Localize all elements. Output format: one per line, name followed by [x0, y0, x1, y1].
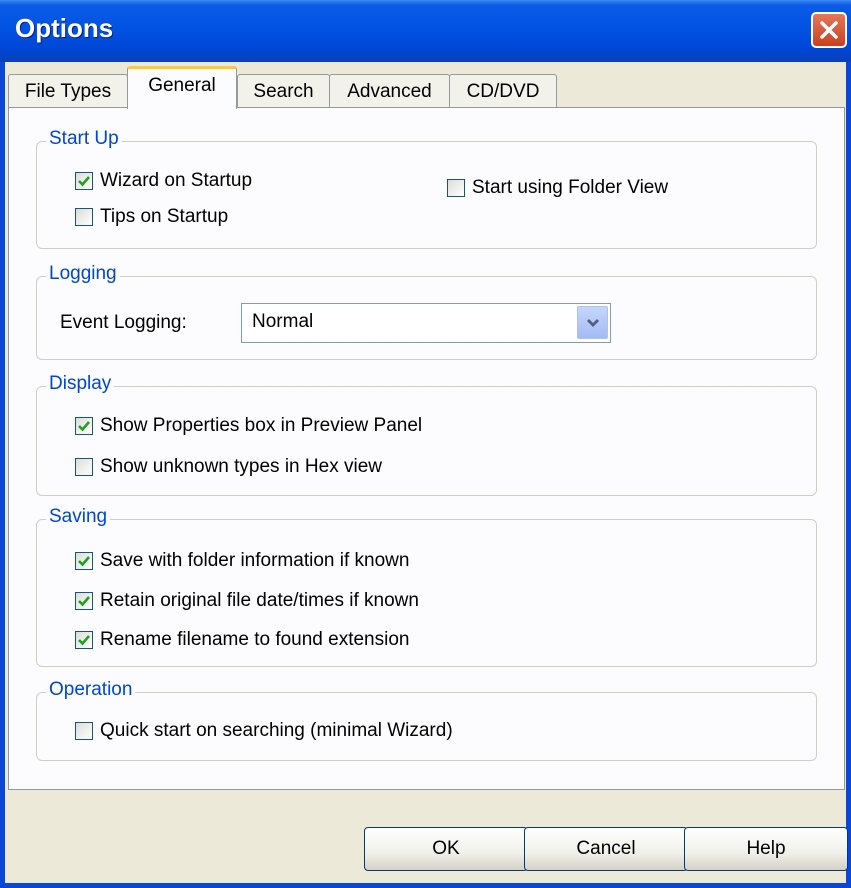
- quick-start-checkbox[interactable]: Quick start on searching (minimal Wizard…: [75, 720, 453, 742]
- tab-file-types[interactable]: File Types: [8, 74, 128, 108]
- tab-cd-dvd[interactable]: CD/DVD: [449, 74, 557, 108]
- dropdown-button[interactable]: [577, 306, 608, 339]
- startup-legend: Start Up: [46, 128, 122, 150]
- save-folder-info-label: Save with folder information if known: [100, 550, 410, 571]
- start-folder-view-checkbox[interactable]: Start using Folder View: [447, 177, 668, 199]
- checkbox-box: [75, 722, 93, 740]
- operation-legend: Operation: [46, 679, 136, 701]
- wizard-on-startup-label: Wizard on Startup: [100, 170, 253, 191]
- display-group: Display Show Properties box in Preview P…: [36, 373, 817, 496]
- ok-button[interactable]: OK: [364, 827, 528, 871]
- show-hex-label: Show unknown types in Hex view: [100, 456, 382, 477]
- event-logging-value: Normal: [252, 311, 314, 332]
- tab-general[interactable]: General: [127, 66, 237, 109]
- quick-start-label: Quick start on searching (minimal Wizard…: [100, 720, 453, 741]
- startup-group: Start Up Wizard on Startup Start using F…: [36, 128, 817, 249]
- event-logging-label: Event Logging:: [60, 312, 187, 333]
- checkbox-box: [75, 552, 93, 570]
- tips-on-startup-checkbox[interactable]: Tips on Startup: [75, 206, 228, 228]
- start-folder-view-label: Start using Folder View: [472, 177, 669, 198]
- tab-advanced[interactable]: Advanced: [329, 74, 450, 108]
- retain-dates-checkbox[interactable]: Retain original file date/times if known: [75, 590, 419, 612]
- checkmark-icon: [78, 556, 90, 567]
- close-button[interactable]: [811, 12, 847, 48]
- checkbox-box: [447, 179, 465, 197]
- window-title: Options: [15, 13, 114, 43]
- checkbox-box: [75, 592, 93, 610]
- retain-dates-label: Retain original file date/times if known: [100, 590, 419, 611]
- checkbox-box: [75, 631, 93, 649]
- checkmark-icon: [78, 596, 90, 607]
- checkbox-box: [75, 458, 93, 476]
- display-legend: Display: [46, 373, 115, 395]
- checkbox-box: [75, 208, 93, 226]
- chevron-down-icon: [586, 318, 599, 327]
- help-button[interactable]: Help: [684, 827, 848, 871]
- show-properties-label: Show Properties box in Preview Panel: [100, 415, 423, 436]
- logging-group: Logging Event Logging: Normal: [36, 263, 817, 360]
- saving-group: Saving Save with folder information if k…: [36, 506, 817, 667]
- rename-extension-checkbox[interactable]: Rename filename to found extension: [75, 629, 409, 651]
- save-folder-info-checkbox[interactable]: Save with folder information if known: [75, 550, 409, 572]
- close-icon: [820, 21, 838, 39]
- tips-on-startup-label: Tips on Startup: [100, 206, 229, 227]
- show-hex-checkbox[interactable]: Show unknown types in Hex view: [75, 456, 382, 478]
- saving-legend: Saving: [46, 506, 111, 528]
- wizard-on-startup-checkbox[interactable]: Wizard on Startup: [75, 170, 252, 192]
- tab-search[interactable]: Search: [237, 74, 330, 108]
- checkmark-icon: [78, 421, 90, 432]
- rename-extension-label: Rename filename to found extension: [100, 629, 410, 650]
- checkmark-icon: [78, 635, 90, 646]
- logging-legend: Logging: [46, 263, 120, 285]
- cancel-button[interactable]: Cancel: [524, 827, 688, 871]
- checkbox-box: [75, 172, 93, 190]
- show-properties-checkbox[interactable]: Show Properties box in Preview Panel: [75, 415, 422, 437]
- checkbox-box: [75, 417, 93, 435]
- checkmark-icon: [78, 176, 90, 187]
- general-tab-panel: Start Up Wizard on Startup Start using F…: [8, 107, 845, 790]
- event-logging-select[interactable]: Normal: [241, 303, 611, 343]
- title-bar[interactable]: Options: [0, 0, 851, 62]
- operation-group: Operation Quick start on searching (mini…: [36, 679, 817, 761]
